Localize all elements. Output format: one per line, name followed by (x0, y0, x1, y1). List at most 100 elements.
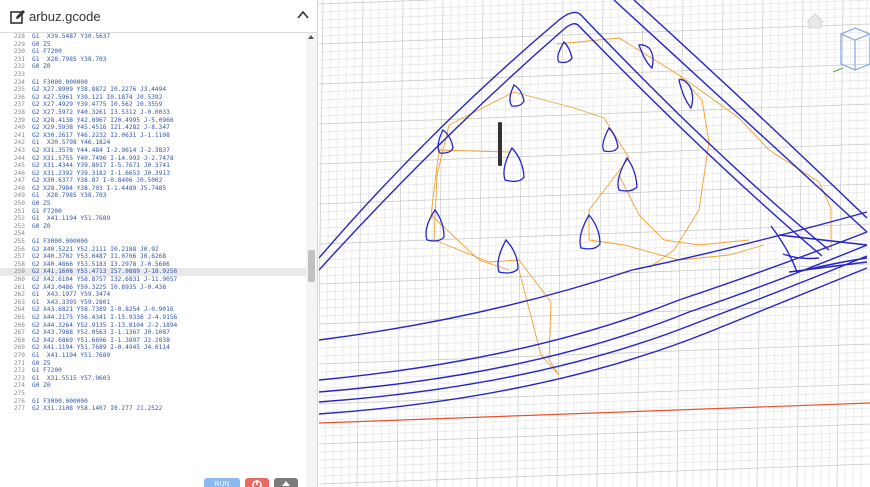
code-line[interactable]: 236 G2 X27.5961 Y39.121 I0.1874 J0.5392 (0, 94, 306, 102)
grid-line (319, 431, 870, 453)
scroll-thumb[interactable] (308, 250, 315, 282)
code-line[interactable]: 255 G1 F3000.000000 (0, 238, 306, 246)
line-text: G2 X30.6377 Y38.87 I-0.8406 J0.5002 (32, 177, 163, 185)
code-line[interactable]: 240 G2 X29.5938 Y45.4516 I21.4282 J-8.347 (0, 124, 306, 132)
line-number: 245 (13, 162, 25, 170)
toolpath-canvas[interactable] (319, 0, 870, 487)
line-number: 234 (13, 78, 25, 86)
code-line[interactable]: 276 G1 F3000.000000 (0, 398, 306, 406)
code-line[interactable]: 275 (0, 390, 306, 398)
line-text: G2 X31.2392 Y39.3182 I-1.6653 J0.3913 (32, 169, 170, 177)
line-text: G2 X27.4929 Y39.4775 I0.562 J0.3559 (32, 101, 163, 109)
code-line[interactable]: 269 G2 X41.1194 Y51.7689 I-0.4945 J4.6114 (0, 344, 306, 352)
code-line[interactable]: 243 G2 X31.3578 Y44.484 I-2.9614 J-2.3837 (0, 147, 306, 155)
code-line[interactable]: 262 G1 X43.1977 Y59.3474 (0, 291, 306, 299)
line-text: G2 X41.1608 Y55.4713 I57.9889 J-18.9256 (32, 268, 178, 276)
code-line[interactable]: 241 G2 X30.2617 Y46.2232 I2.0631 J-1.1108 (0, 132, 306, 140)
line-number: 270 (13, 351, 25, 359)
line-number: 242 (13, 139, 25, 147)
code-line[interactable]: 259 G2 X41.1608 Y55.4713 I57.9889 J-18.92… (0, 268, 306, 276)
grid-line (652, 0, 660, 487)
line-text: G1 X28.7985 Y38.703 (32, 55, 107, 63)
code-line[interactable]: 254 (0, 230, 306, 238)
line-number: 239 (13, 116, 25, 124)
stop-button[interactable] (245, 478, 269, 487)
code-line[interactable]: 230 G1 F7200 (0, 48, 306, 56)
grid-line (468, 0, 476, 487)
chevron-up-icon[interactable] (296, 8, 310, 22)
line-text: G2 X28.7984 Y38.703 I-1.4489 J5.7485 (32, 184, 167, 192)
grid-line (319, 455, 870, 477)
line-number: 236 (13, 93, 25, 101)
code-line[interactable]: 270 G1 X41.1194 Y51.7689 (0, 352, 306, 360)
code-line[interactable]: 248 G2 X28.7984 Y38.703 I-1.4489 J5.7485 (0, 185, 306, 193)
code-line[interactable]: 263 G1 X43.3395 Y59.2801 (0, 299, 306, 307)
code-line[interactable]: 245 G2 X31.4344 Y39.8017 I-5.7671 J0.3741 (0, 162, 306, 170)
code-line[interactable]: 273 G1 X31.5515 Y57.9603 (0, 375, 306, 383)
line-number: 275 (13, 389, 25, 397)
code-line[interactable]: 234 G1 F3000.000000 (0, 79, 306, 87)
editor-scrollbar[interactable] (306, 33, 317, 487)
code-line[interactable]: 274 G0 Z0 (0, 382, 306, 390)
line-number: 249 (13, 192, 25, 200)
home-icon[interactable] (806, 13, 824, 29)
line-text: G2 X27.5972 Y40.3261 I3.5312 J-0.0033 (32, 108, 170, 116)
upload-button[interactable] (274, 478, 298, 487)
code-line[interactable]: 257 G2 X40.3702 Y53.0487 I1.0706 J0.6268 (0, 253, 306, 261)
code-line[interactable]: 264 G2 X43.6821 Y58.7389 I-0.8254 J-0.901… (0, 306, 306, 314)
run-button[interactable]: RUN (204, 478, 240, 487)
grid-line (319, 335, 870, 357)
code-line[interactable]: 249 G1 X28.7985 Y38.703 (0, 192, 306, 200)
code-editor[interactable]: 228 G1 X39.5487 Y30.5637 229 G0 Z5 230 G1 F72… (0, 33, 306, 487)
scroll-up-icon[interactable] (308, 35, 314, 39)
grid-line (319, 159, 870, 181)
line-text: G2 X41.1194 Y51.7689 I-0.4945 J4.6114 (32, 344, 170, 352)
code-line[interactable]: 272 G1 F7200 (0, 367, 306, 375)
toolpath-viewport[interactable] (319, 0, 870, 487)
code-line[interactable]: 256 G2 X40.5221 Y52.2111 I0.2188 J0.92 (0, 246, 306, 254)
code-line[interactable]: 231 G1 X28.7985 Y38.703 (0, 56, 306, 64)
line-number: 264 (13, 306, 25, 314)
line-text: G0 Z0 (32, 63, 51, 71)
code-line[interactable]: 247 G2 X30.6377 Y38.87 I-0.8406 J0.5002 (0, 177, 306, 185)
code-line[interactable]: 238 G2 X27.5972 Y40.3261 I3.5312 J-0.0033 (0, 109, 306, 117)
editor-header: arbuz.gcode (0, 0, 317, 33)
stop-icon (252, 480, 262, 487)
code-line[interactable]: 265 G2 X44.2175 Y56.4341 I-15.9336 J-4.91… (0, 314, 306, 322)
code-line[interactable]: 235 G2 X27.8909 Y38.8872 I0.2276 J3.4494 (0, 86, 306, 94)
line-number: 266 (13, 321, 25, 329)
code-line[interactable]: 250 G0 Z5 (0, 200, 306, 208)
code-line[interactable]: 233 (0, 71, 306, 79)
code-line[interactable]: 266 G2 X44.3264 Y52.9135 I-13.8104 J-2.18… (0, 322, 306, 330)
code-line[interactable]: 229 G0 Z5 (0, 41, 306, 49)
grid-line (319, 463, 870, 485)
code-line[interactable]: 228 G1 X39.5487 Y30.5637 (0, 33, 306, 41)
edit-icon[interactable] (10, 9, 26, 25)
line-text: G0 Z0 (32, 222, 51, 230)
grid-line (319, 207, 870, 229)
grid-line (788, 0, 796, 487)
code-line[interactable]: 252 G1 X41.1194 Y51.7689 (0, 215, 306, 223)
code-line[interactable]: 268 G2 X42.6869 Y51.6696 I-1.3897 J2.2038 (0, 337, 306, 345)
code-line[interactable]: 251 G1 F7200 (0, 208, 306, 216)
code-line[interactable]: 261 G2 X43.0486 Y59.3225 I0.8935 J-0.438 (0, 284, 306, 292)
grid-line (319, 167, 870, 189)
code-line[interactable]: 244 G2 X31.5755 Y40.7496 I-14.993 J-2.747… (0, 155, 306, 163)
line-number: 272 (13, 367, 25, 375)
line-number: 259 (13, 268, 25, 276)
code-line[interactable]: 277 G2 X31.1108 Y58.1407 I0.277 J1.2522 (0, 405, 306, 413)
code-line[interactable]: 253 G0 Z0 (0, 223, 306, 231)
code-line[interactable]: 232 G0 Z0 (0, 63, 306, 71)
code-line[interactable]: 237 G2 X27.4929 Y39.4775 I0.562 J0.3559 (0, 101, 306, 109)
code-line[interactable]: 260 G2 X42.6104 Y58.8757 I32.6831 J-11.90… (0, 276, 306, 284)
grid-line (524, 0, 532, 487)
code-line[interactable]: 258 G2 X40.4866 Y53.5183 I3.2978 J-0.5686 (0, 261, 306, 269)
grid-line (319, 287, 870, 309)
code-line[interactable]: 267 G2 X43.7988 Y52.0563 I-1.1367 J0.1087 (0, 329, 306, 337)
line-number: 267 (13, 329, 25, 337)
code-line[interactable]: 242 G1 X30.5798 Y46.1824 (0, 139, 306, 147)
code-line[interactable]: 246 G2 X31.2392 Y39.3182 I-1.6653 J0.3913 (0, 170, 306, 178)
code-line[interactable]: 239 G2 X28.4138 Y42.8967 I20.4995 J-5.096… (0, 117, 306, 125)
grid-line (319, 135, 870, 157)
code-line[interactable]: 271 G0 Z5 (0, 360, 306, 368)
